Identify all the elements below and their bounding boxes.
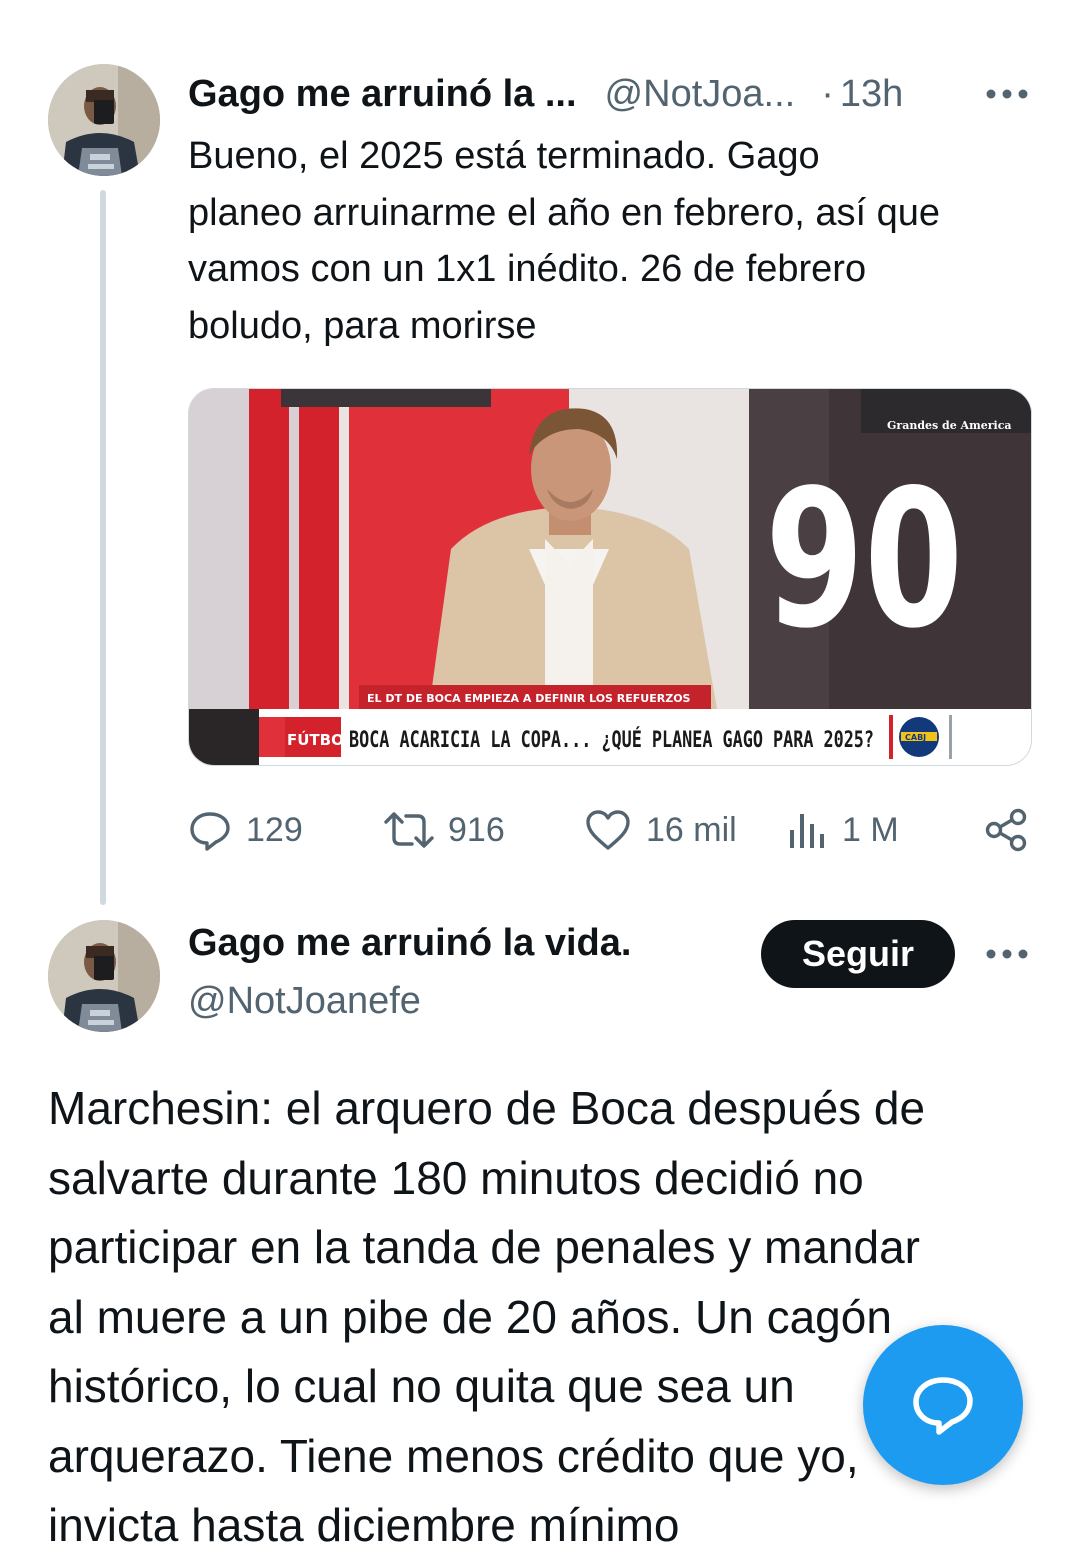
author-name[interactable]: Gago me arruinó la vida. [188, 922, 631, 965]
tweet-text-line: Bueno, el 2025 está terminado. Gago [188, 135, 820, 177]
more-options-button[interactable] [984, 72, 1030, 112]
tweet-text: Marchesin: el arquero de Boca después de… [48, 1074, 1048, 1561]
author-name[interactable]: Gago me arruinó la ... [188, 73, 577, 116]
retweet-arrows-icon [384, 812, 434, 848]
heart-icon [586, 810, 630, 850]
screen-section-label: FÚTBOL [287, 730, 354, 749]
share-nodes-icon [985, 808, 1027, 852]
compose-reply-icon [913, 1377, 973, 1435]
speech-bubble-icon [190, 812, 230, 851]
reply-count: 129 [246, 810, 303, 849]
share-button[interactable] [984, 800, 1030, 860]
views-button[interactable]: 1 M [788, 800, 899, 860]
tweet-text-line: planeo arruinarme el año en febrero, así… [188, 191, 941, 234]
views-count: 1 M [842, 810, 899, 849]
author-handle[interactable]: @NotJoanefe [188, 980, 421, 1023]
author-handle[interactable]: @NotJoa... [605, 73, 796, 116]
tweet-text-line: boludo, para morirse [188, 304, 537, 347]
tweet-time[interactable]: 13h [840, 73, 903, 116]
author-avatar[interactable] [48, 64, 160, 176]
like-count: 16 mil [646, 810, 737, 849]
tweet-text-line: invicta hasta diciembre mínimo [48, 1499, 680, 1551]
tweet-action-bar: 129 916 16 mil 1 M [188, 800, 1030, 860]
compose-reply-button[interactable] [863, 1325, 1023, 1485]
tweet-header: Gago me arruinó la ... @NotJoa... · 13h [188, 70, 903, 118]
tweet-text: Bueno, el 2025 está terminado. Gago plan… [188, 128, 1048, 354]
screen-lower-third-small: EL DT DE BOCA EMPIEZA A DEFINIR LOS REFU… [367, 692, 691, 705]
more-dots-icon [986, 89, 1028, 99]
tweet-text-line: participar en la tanda de penales y mand… [48, 1221, 921, 1273]
thread-connector-line [100, 190, 106, 905]
retweet-count: 916 [448, 810, 505, 849]
more-options-button[interactable] [984, 932, 1030, 972]
tweet-text-line: salvarte durante 180 minutos decidió no [48, 1151, 864, 1204]
bar-chart-icon [790, 814, 824, 848]
more-dots-icon [986, 949, 1028, 959]
follow-button[interactable]: Seguir [761, 920, 955, 988]
author-avatar[interactable] [48, 920, 160, 1032]
tweet-text-line: Marchesin: el arquero de Boca después de [48, 1082, 926, 1134]
crest-text: CABJ [905, 733, 926, 742]
screen-big-number: 90 [765, 449, 963, 671]
tweet-text-line: vamos con un 1x1 inédito. 26 de febrero [188, 248, 867, 290]
retweet-button[interactable]: 916 [384, 800, 505, 860]
time-separator: · [821, 72, 834, 115]
tweet-media-image[interactable]: 90 Grandes de America EL DT DE BOCA EMPI… [188, 388, 1032, 766]
like-button[interactable]: 16 mil [584, 800, 737, 860]
screen-headline: BOCA ACARICIA LA COPA... ¿QUÉ PLANEA GAG… [349, 727, 874, 753]
reply-button[interactable]: 129 [188, 800, 303, 860]
screen-corner-tag: Grandes de America [887, 419, 1012, 432]
